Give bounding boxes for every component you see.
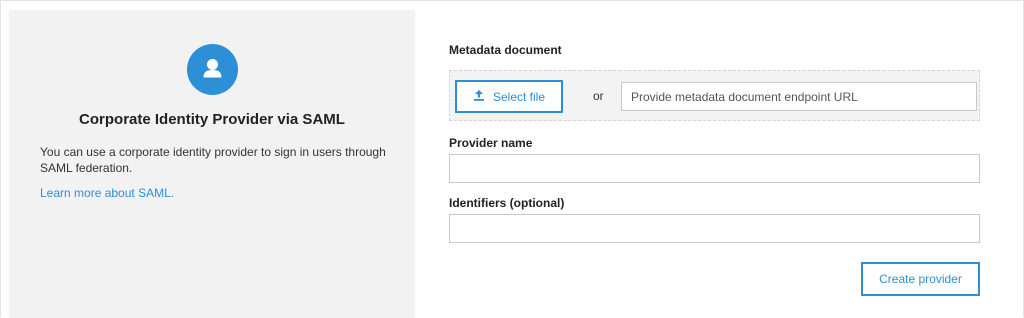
metadata-document-dropzone: Select file or [449,70,980,121]
select-file-label: Select file [492,89,546,104]
user-icon [187,44,238,95]
metadata-url-input[interactable] [621,82,977,111]
identifiers-label: Identifiers (optional) [449,196,565,210]
panel-description: You can use a corporate identity provide… [40,145,386,175]
learn-more-saml-link[interactable]: Learn more about SAML. [40,186,174,200]
identifiers-input[interactable] [449,214,980,243]
saml-provider-form-card: Corporate Identity Provider via SAML You… [0,0,1024,318]
metadata-document-label: Metadata document [449,43,562,57]
panel-title: Corporate Identity Provider via SAML [79,111,345,128]
provider-name-label: Provider name [449,136,533,150]
provider-name-input[interactable] [449,154,980,183]
or-separator: or [593,89,604,103]
create-provider-button[interactable]: Create provider [861,262,980,296]
info-panel: Corporate Identity Provider via SAML You… [9,10,415,318]
select-file-button[interactable]: Select file [455,80,563,113]
upload-icon [473,89,485,104]
